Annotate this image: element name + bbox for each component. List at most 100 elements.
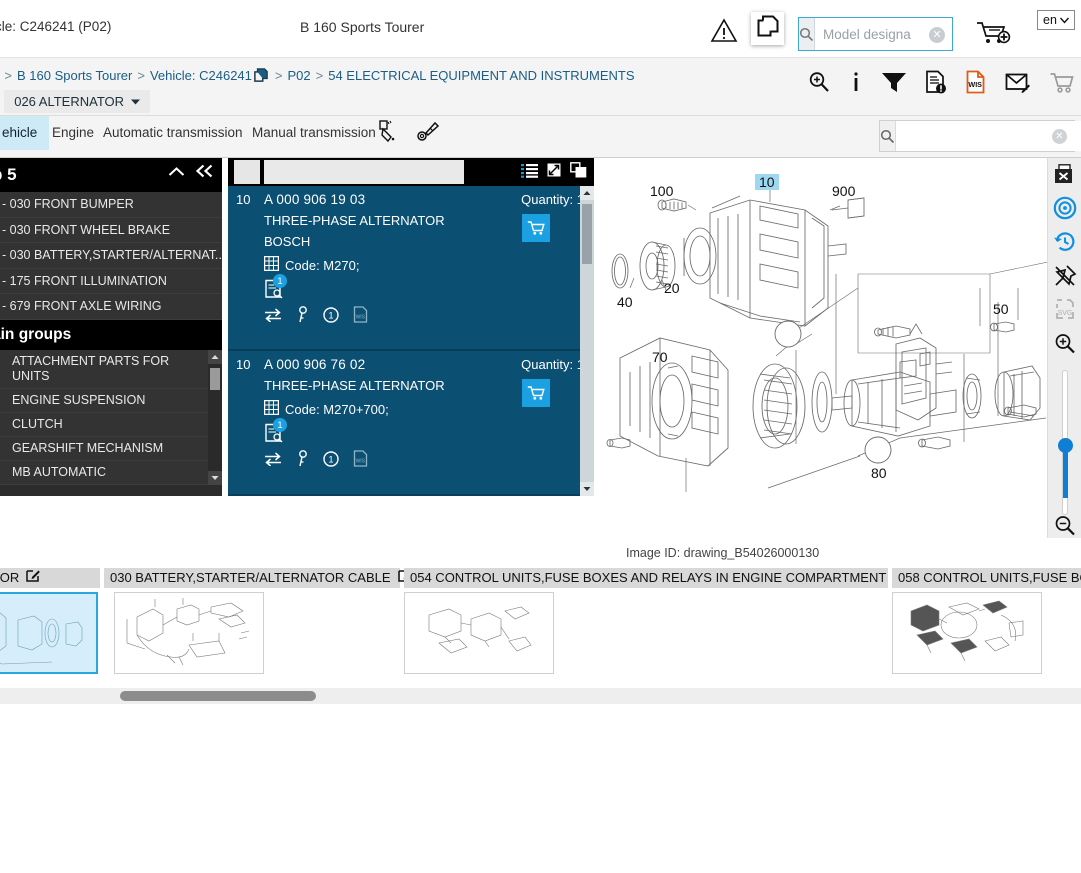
callout-80[interactable]: 80 [871, 465, 887, 481]
sidebar-item-front-illumination[interactable]: - 175 FRONT ILLUMINATION [0, 269, 222, 295]
list-view-icon[interactable] [521, 163, 538, 183]
group-item-gearshift-mechanism[interactable]: GEARSHIFT MECHANISM [0, 437, 222, 461]
edit-pencil-icon[interactable] [26, 568, 40, 588]
scrollbar-thumb[interactable] [210, 368, 220, 390]
breadcrumb-item-2[interactable]: Vehicle: C246241 [150, 68, 252, 83]
zoom-slider[interactable] [1059, 370, 1071, 498]
wis-icon[interactable]: WIS [353, 450, 368, 472]
tab-manual-transmission[interactable]: Manual transmission [240, 116, 388, 150]
expand-icon[interactable] [546, 162, 562, 183]
document-count-badge: 1 [273, 274, 287, 288]
breadcrumb-copy-icon[interactable] [254, 68, 268, 85]
clear-search-icon[interactable]: ✕ [929, 27, 945, 43]
vehicle-id-label: icle: C246241 (P02) [0, 19, 111, 34]
group-item-attachment-parts[interactable]: ATTACHMENT PARTS FOR UNITS [0, 350, 222, 389]
group-item-mb-automatic[interactable]: MB AUTOMATIC [0, 461, 222, 485]
breadcrumb-item-3[interactable]: P02 [287, 68, 310, 83]
part-list-item[interactable]: 10 A 000 906 19 03 Quantity: 1 THREE-PHA… [228, 186, 594, 351]
warning-triangle-icon[interactable] [710, 16, 738, 44]
history-icon[interactable] [1053, 230, 1077, 254]
copy-button[interactable] [751, 12, 784, 45]
part-document-icon[interactable]: 1 [264, 279, 286, 299]
cart-icon[interactable] [1049, 70, 1075, 94]
scroll-down-arrow-icon[interactable] [208, 471, 222, 485]
svg-icon[interactable]: SVG [1054, 298, 1076, 322]
key-icon[interactable] [296, 306, 309, 328]
scroll-up-arrow-icon[interactable] [208, 350, 222, 364]
scrollbar-thumb[interactable] [120, 691, 316, 701]
group-item-engine-suspension[interactable]: ENGINE SUSPENSION [0, 389, 222, 413]
double-chevron-left-icon[interactable] [195, 163, 214, 183]
callout-50[interactable]: 50 [993, 301, 1009, 317]
part-document-icon[interactable]: 1 [264, 423, 286, 443]
thumbnail-item[interactable] [114, 592, 264, 674]
tab-automatic-transmission[interactable]: Automatic transmission [91, 116, 255, 150]
sidebar-scrollbar[interactable] [208, 350, 222, 485]
callout-20[interactable]: 20 [664, 280, 680, 296]
paint-code-icon[interactable] [378, 120, 400, 149]
tools-icon[interactable] [416, 120, 440, 149]
technical-drawing-canvas[interactable]: 70 80 100 10 900 40 20 50 [600, 158, 1047, 538]
chevron-up-icon[interactable] [168, 163, 185, 183]
thumbnail-label[interactable]: 058 CONTROL UNITS,FUSE BOX [892, 568, 1081, 588]
thumbnail-item[interactable] [0, 592, 98, 674]
parts-filter-input[interactable] [264, 160, 464, 184]
swap-arrows-icon[interactable] [264, 308, 282, 327]
add-to-cart-button[interactable] [522, 379, 550, 407]
cart-add-icon[interactable] [975, 19, 1011, 47]
callout-100[interactable]: 100 [650, 183, 673, 199]
zoom-in-icon[interactable] [807, 70, 831, 94]
document-alert-icon[interactable] [925, 70, 947, 94]
zoom-in-icon[interactable] [1053, 332, 1077, 356]
info-icon[interactable] [849, 70, 863, 94]
scroll-down-arrow-icon[interactable] [580, 482, 594, 496]
parts-filter-field[interactable] [234, 160, 260, 184]
key-icon[interactable] [296, 450, 309, 472]
parts-list-scrollbar[interactable] [580, 186, 594, 496]
thumbnail-item[interactable] [404, 592, 554, 674]
target-icon[interactable] [1053, 196, 1077, 220]
svg-text:WIS: WIS [968, 80, 982, 89]
unpin-icon[interactable] [1053, 264, 1077, 288]
scrollbar-thumb[interactable] [582, 204, 592, 264]
copy-icon[interactable] [570, 162, 587, 183]
language-selector[interactable]: en [1037, 10, 1075, 30]
zoom-slider-handle[interactable] [1058, 438, 1073, 453]
thumbnail-horizontal-scrollbar[interactable] [0, 688, 1081, 704]
search-icon[interactable] [799, 18, 815, 50]
sidebar-item-front-bumper[interactable]: - 030 FRONT BUMPER [0, 192, 222, 218]
scroll-up-arrow-icon[interactable] [580, 186, 594, 200]
thumbnail-label[interactable]: 054 CONTROL UNITS,FUSE BOXES AND RELAYS … [404, 568, 888, 588]
clear-parts-search-icon[interactable]: ✕ [1052, 129, 1067, 144]
sidebar-item-front-wheel-brake[interactable]: - 030 FRONT WHEEL BRAKE [0, 218, 222, 244]
wis-icon[interactable]: WIS [353, 306, 368, 328]
search-icon[interactable] [880, 121, 896, 151]
thumbnail-label[interactable]: ALTERNATOR [0, 568, 100, 588]
breadcrumb-item-4[interactable]: 54 ELECTRICAL EQUIPMENT AND INSTRUMENTS [328, 68, 634, 83]
callout-70[interactable]: 70 [652, 349, 668, 365]
filter-icon[interactable] [881, 70, 907, 94]
sidebar-item-front-axle-wiring[interactable]: - 679 FRONT AXLE WIRING [0, 294, 222, 320]
part-list-item[interactable]: 10 A 000 906 76 02 Quantity: 1 THREE-PHA… [228, 351, 594, 496]
callout-40[interactable]: 40 [617, 294, 633, 310]
part-code: Code: M270; [285, 258, 359, 273]
thumbnail-label-text: 058 CONTROL UNITS,FUSE BOX [898, 568, 1081, 588]
close-window-icon[interactable] [1053, 164, 1077, 186]
callout-900[interactable]: 900 [832, 183, 855, 199]
add-to-cart-button[interactable] [522, 214, 550, 242]
page-bottom-area [0, 704, 1081, 873]
thumbnail-label[interactable]: 030 BATTERY,STARTER/ALTERNATOR CABLE [104, 568, 400, 588]
breadcrumb-item-1[interactable]: B 160 Sports Tourer [17, 68, 132, 83]
zoom-out-icon[interactable] [1053, 514, 1077, 538]
wis-document-icon[interactable]: WIS [965, 70, 987, 94]
circle-one-icon[interactable]: 1 [323, 451, 339, 472]
swap-arrows-icon[interactable] [264, 452, 282, 471]
model-search-box: ✕ [798, 17, 953, 51]
group-item-clutch[interactable]: CLUTCH [0, 413, 222, 437]
mail-edit-icon[interactable] [1005, 70, 1031, 94]
circle-one-icon[interactable]: 1 [323, 307, 339, 328]
thumbnail-item[interactable] [892, 592, 1042, 674]
callout-10[interactable]: 10 [755, 174, 779, 190]
sidebar-item-battery-starter-alternator[interactable]: - 030 BATTERY,STARTER/ALTERNAT... [0, 243, 222, 269]
breadcrumb-current-chip[interactable]: 026 ALTERNATOR [4, 90, 150, 113]
